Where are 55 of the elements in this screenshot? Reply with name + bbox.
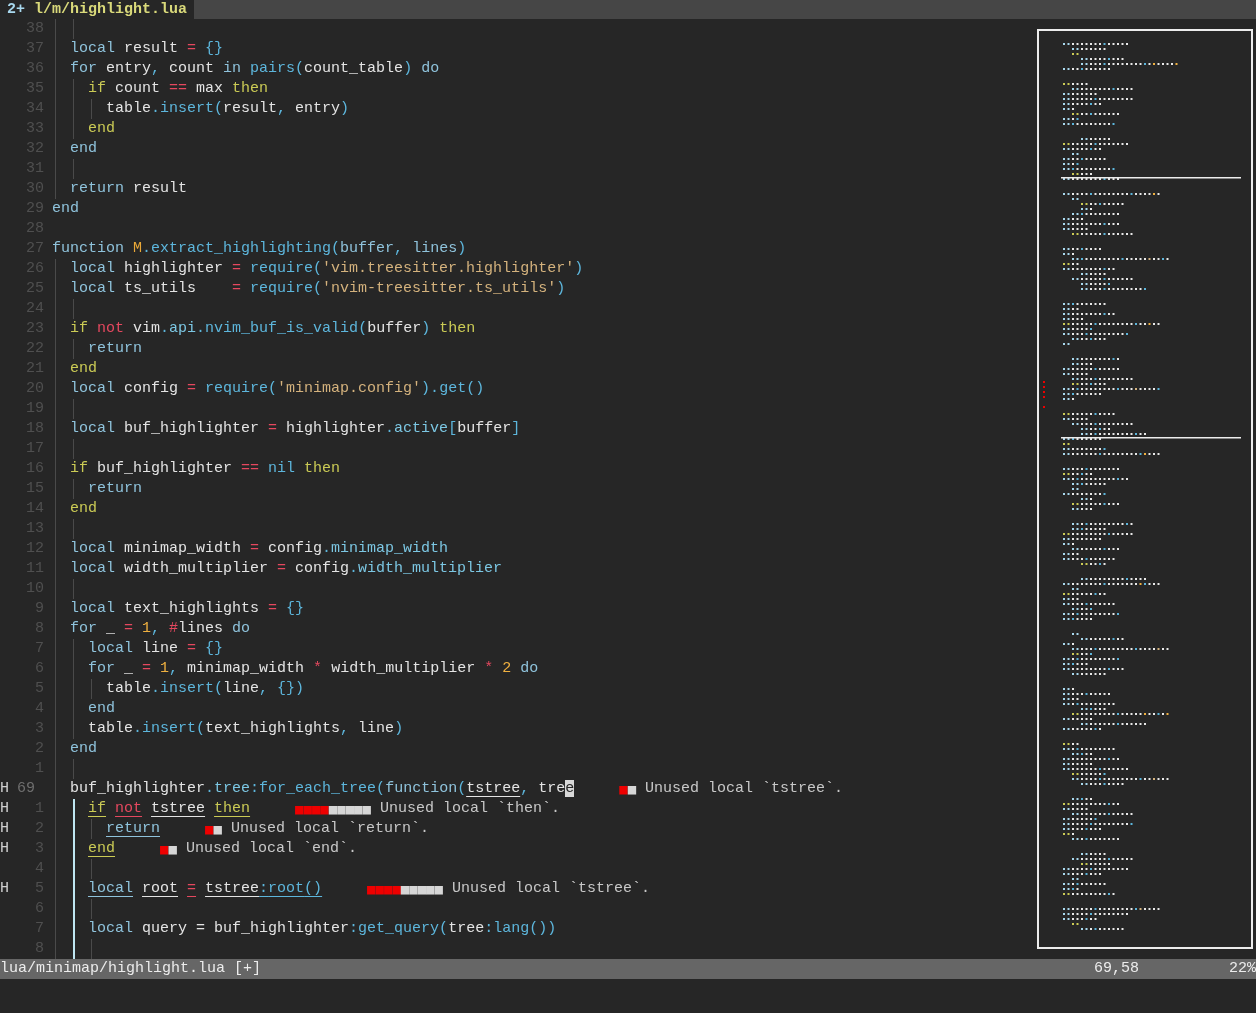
- code-line: local buf_highlighter = highlighter.active[buffer]: [70, 419, 521, 439]
- severity-glyphs: ■■■■■■■■■: [295, 800, 371, 819]
- code-line: if buf_highlighter == nil then: [70, 459, 341, 479]
- severity-glyphs: ■■: [160, 840, 177, 859]
- code-line: local highlighter = require('vim.treesitter.highlighter'): [70, 259, 584, 279]
- severity-glyphs: ■■: [205, 820, 222, 839]
- code-line: for _ = 1, #lines do: [70, 619, 251, 639]
- sign-marker: H: [0, 799, 10, 819]
- code-line: table.insert(text_highlights, line): [88, 719, 404, 739]
- diagnostic-message: Unused local `end`.: [185, 839, 357, 859]
- buffer-tab[interactable]: 2+ l/m/highlight.lua: [0, 0, 195, 19]
- sign-marker: H: [0, 839, 10, 859]
- code-line: local text_highlights = {}: [70, 599, 305, 619]
- code-line: for _ = 1, minimap_width * width_multiplier * 2 do: [88, 659, 539, 679]
- sign-marker: H: [0, 879, 10, 899]
- code-line: return: [106, 819, 160, 839]
- code-line: if not tstree then: [88, 799, 251, 819]
- code-line: for entry, count in pairs(count_table) do: [70, 59, 440, 79]
- diagnostic-message: Unused local `return`.: [230, 819, 429, 839]
- code-line: table.insert(line, {}): [106, 679, 305, 699]
- code-line: return: [88, 339, 142, 359]
- code-line: local width_multiplier = config.width_multiplier: [70, 559, 503, 579]
- diagnostic-message: Unused local `tstree`.: [452, 879, 651, 899]
- code-line: end: [52, 199, 79, 219]
- scroll-percent: 22%: [1229, 959, 1256, 979]
- code-line: end: [88, 699, 115, 719]
- code-line: return result: [70, 179, 188, 199]
- severity-glyphs: ■■: [619, 780, 637, 799]
- cursor-position: 69,58: [1094, 959, 1140, 979]
- code-line: local config = require('minimap.config').get(): [70, 379, 485, 399]
- code-line: if count == max then: [88, 79, 269, 99]
- sign-marker: H: [0, 819, 10, 839]
- code-line: local minimap_width = config.minimap_width: [70, 539, 449, 559]
- code-line: end: [70, 739, 97, 759]
- code-line: local ts_utils = require('nvim-treesitter.ts_utils'): [70, 279, 566, 299]
- severity-glyphs: ■■■■■■■■■: [367, 880, 443, 899]
- code-line: local root = tstree:root(): [88, 879, 323, 899]
- code-line: function M.extract_highlighting(buffer, lines): [52, 239, 467, 259]
- code-line: local line = {}: [88, 639, 224, 659]
- code-line: end: [88, 119, 115, 139]
- code-line: return: [88, 479, 142, 499]
- code-line: buf_highlighter.tree:for_each_tree(function(tstree, tree: [70, 779, 575, 799]
- code-line: local result = {}: [70, 39, 224, 59]
- code-line: end: [70, 499, 97, 519]
- code-line: end: [88, 839, 115, 859]
- code-line: table.insert(result, entry): [106, 99, 350, 119]
- line-number: 69: [17, 779, 35, 799]
- code-line: end: [70, 139, 97, 159]
- diagnostic-message: Unused local `tstree`.: [645, 779, 844, 799]
- code-line: end: [70, 359, 97, 379]
- diagnostic-message: Unused local `then`.: [379, 799, 560, 819]
- file-path: lua/minimap/highlight.lua [+]: [0, 959, 262, 979]
- sign-marker: H: [0, 779, 10, 799]
- code-line: if not vim.api.nvim_buf_is_valid(buffer) then: [70, 319, 476, 339]
- code-line: local query = buf_highlighter:get_query(tree:lang()): [88, 919, 557, 939]
